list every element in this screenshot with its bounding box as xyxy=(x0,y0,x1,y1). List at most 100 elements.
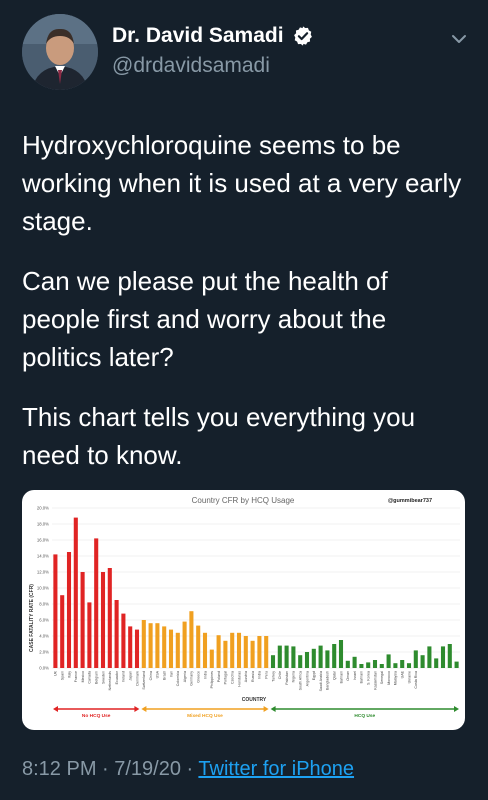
legend-label: HCQ Use xyxy=(354,713,375,719)
chart-bar xyxy=(189,611,194,668)
chart-bar xyxy=(413,650,418,668)
chart-x-tick-label: Peru xyxy=(265,671,269,679)
chart-bar xyxy=(250,640,255,668)
chart-x-tick-label: USA xyxy=(156,670,160,678)
chart-bar xyxy=(386,654,391,668)
chart-bar xyxy=(230,632,235,668)
avatar-image xyxy=(22,14,98,90)
chart-y-tick-label: 2.0% xyxy=(39,650,49,655)
chart-bar xyxy=(277,645,282,668)
legend-label: Mixed HCQ Use xyxy=(187,713,223,719)
chevron-down-icon[interactable] xyxy=(450,30,468,48)
chart-x-tick-label: Senegal xyxy=(380,671,384,684)
verified-badge-icon xyxy=(293,26,312,46)
chart-bar xyxy=(420,655,425,668)
chart-bar xyxy=(291,646,296,668)
chart-bar xyxy=(87,602,92,668)
chart-x-tick-label: India xyxy=(258,671,262,679)
chart-bar xyxy=(175,632,180,668)
chart-x-tick-label: Mexico xyxy=(81,671,85,682)
chart-x-tick-label: Morocco xyxy=(387,671,391,685)
chart-y-axis-label: CASE FATALITY RATE (CFR) xyxy=(29,584,35,652)
chart-bar xyxy=(162,626,167,668)
chart-bar xyxy=(311,648,316,668)
chart-bar xyxy=(114,600,119,668)
chart-bar xyxy=(352,656,357,668)
tweet-paragraph-2: Can we please put the health of people f… xyxy=(22,266,388,372)
avatar[interactable] xyxy=(22,14,98,90)
chart-bar xyxy=(155,623,160,668)
chart-x-tick-label: Japan xyxy=(129,671,133,681)
chart-bar xyxy=(73,517,78,668)
chart-x-tick-label: Portugal xyxy=(224,671,228,685)
chart-x-tick-label: South Africa xyxy=(299,671,303,690)
chart-bar xyxy=(400,660,405,668)
chart-bar xyxy=(298,655,303,668)
chart-x-tick-label: China xyxy=(149,671,153,680)
chart-y-tick-label: 10.0% xyxy=(37,586,49,591)
chart-watermark: @gummibear737 xyxy=(388,498,432,504)
legend-arrow-left-icon xyxy=(270,706,276,712)
author-name[interactable]: Dr. David Samadi xyxy=(112,24,284,48)
chart-x-tick-label: Brazil xyxy=(163,671,167,680)
chart-title: Country CFR by HCQ Usage xyxy=(192,496,295,505)
chart-x-tick-label: Honduras xyxy=(237,671,241,687)
chart-y-tick-label: 6.0% xyxy=(39,618,49,623)
chart-x-tick-label: UK xyxy=(54,670,58,676)
chart-bar xyxy=(141,620,146,668)
cfr-bar-chart: Country CFR by HCQ Usage @gummibear737 C… xyxy=(29,496,460,719)
chart-x-tick-label: Ukraine xyxy=(407,671,411,683)
chart-x-tick-label: India xyxy=(203,671,207,679)
chart-bar xyxy=(107,568,112,668)
legend-arrow-left-icon xyxy=(141,706,147,712)
chart-bar xyxy=(447,644,452,668)
chart-x-tick-label: Ecuador xyxy=(115,670,119,684)
chart-x-tick-label: Russia xyxy=(251,671,255,682)
chart-bar xyxy=(270,655,276,668)
chart-x-tick-label: Canada xyxy=(88,671,92,684)
tweet-source-link[interactable]: Twitter for iPhone xyxy=(198,758,354,780)
legend-arrow-right-icon xyxy=(454,706,459,712)
chart-x-tick-label: Algeria xyxy=(183,671,187,682)
chart-x-tick-label: Bahrain xyxy=(339,671,343,683)
chart-x-tick-label: Greece xyxy=(197,671,201,683)
chart-x-tick-label: Italy xyxy=(67,671,71,678)
chart-x-tick-label: Colombia xyxy=(176,671,180,686)
chart-image[interactable]: Country CFR by HCQ Usage @gummibear737 C… xyxy=(22,490,465,730)
chart-y-tick-label: 14.0% xyxy=(37,554,49,559)
chart-x-tick-label: Oman xyxy=(346,671,350,681)
chart-bar xyxy=(121,613,126,668)
chart-x-tick-label: Saudi Arabia xyxy=(319,671,323,691)
tweet-paragraph-3: This chart tells you everything you need… xyxy=(22,402,416,470)
chart-bar xyxy=(243,636,248,668)
chart-bar xyxy=(236,632,242,668)
chart-bar xyxy=(182,621,187,668)
chart-bar xyxy=(168,629,174,668)
chart-bar xyxy=(318,645,323,668)
chart-bar xyxy=(427,646,432,668)
tweet-timestamp[interactable]: 8:12 PM · 7/19/20 · xyxy=(22,758,198,780)
legend-arrow-left-icon xyxy=(53,706,58,712)
chart-x-tick-label: Austria xyxy=(244,671,248,682)
chart-x-tick-label: UAE xyxy=(401,670,405,678)
chart-bar xyxy=(332,644,337,668)
chart-x-tick-label: Sweden xyxy=(101,671,105,684)
chart-bar xyxy=(359,664,364,668)
chart-x-tick-label: Ireland xyxy=(122,671,126,682)
chart-bar xyxy=(379,664,384,668)
chart-bar xyxy=(393,663,398,668)
chart-x-tick-label: Bangladesh xyxy=(326,671,330,690)
chart-x-tick-label: Philippines xyxy=(210,671,214,689)
chart-bar xyxy=(66,552,72,668)
chart-bar xyxy=(53,554,58,668)
chart-y-tick-label: 16.0% xyxy=(37,538,49,543)
chart-x-tick-label: Kazakhstan xyxy=(373,671,377,690)
chart-bar xyxy=(60,595,65,668)
chart-x-axis-label: COUNTRY xyxy=(242,697,267,703)
chart-bar xyxy=(264,636,269,668)
chart-y-tick-label: 20.0% xyxy=(37,506,49,511)
legend-arrow-right-icon xyxy=(263,706,269,712)
legend-label: No HCQ Use xyxy=(82,713,111,719)
author-handle[interactable]: @drdavidsamadi xyxy=(112,54,270,78)
chart-y-tick-label: 8.0% xyxy=(39,602,49,607)
